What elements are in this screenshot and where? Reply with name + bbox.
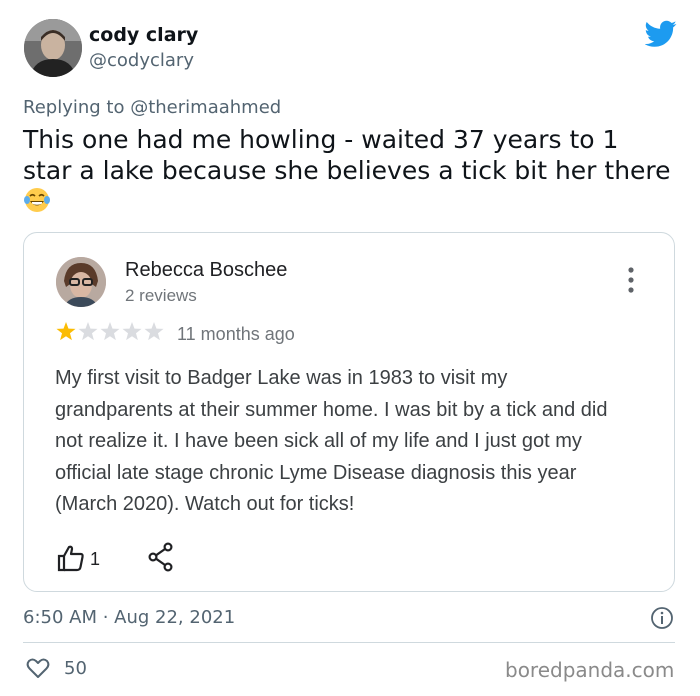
empty-star-icon [122,322,142,341]
tweet-text: This one had me howling - waited 37 year… [23,124,673,217]
filled-star-icon [56,322,76,341]
star-rating [56,322,164,341]
tweet-timestamp[interactable]: 6:50 AM · Aug 22, 2021 [23,607,235,628]
watermark: boredpanda.com [505,658,675,682]
author-handle[interactable]: @codyclary [89,50,194,71]
face-with-tears-of-joy-icon [24,188,50,212]
replying-prefix: Replying to [23,97,125,118]
tweet-body: This one had me howling - waited 37 year… [23,125,671,185]
review-date: 11 months ago [177,324,295,344]
thumbs-up-icon [57,545,84,572]
footer-divider [23,642,675,643]
author-name[interactable]: cody clary [89,24,198,46]
share-icon [148,542,173,572]
like-count[interactable]: 50 [64,658,87,679]
author-avatar[interactable] [24,19,82,77]
review-body: My first visit to Badger Lake was in 198… [55,367,608,515]
empty-star-icon [78,322,98,341]
reviewer-review-count: 2 reviews [125,286,197,305]
replying-mention[interactable]: @therimaahmed [130,97,281,118]
info-icon[interactable] [650,606,674,630]
reviewer-name: Rebecca Boschee [125,259,288,281]
replying-to: Replying to @therimaahmed [23,97,281,118]
more-options-icon [628,267,634,293]
helpful-count: 1 [90,549,101,569]
empty-star-icon [144,322,164,341]
heart-icon[interactable] [25,655,51,681]
review-screenshot-card: Rebecca Boschee 2 reviews 11 months ago … [23,232,675,592]
reviewer-avatar [56,257,106,307]
twitter-bird-icon [645,20,677,47]
empty-star-icon [100,322,120,341]
